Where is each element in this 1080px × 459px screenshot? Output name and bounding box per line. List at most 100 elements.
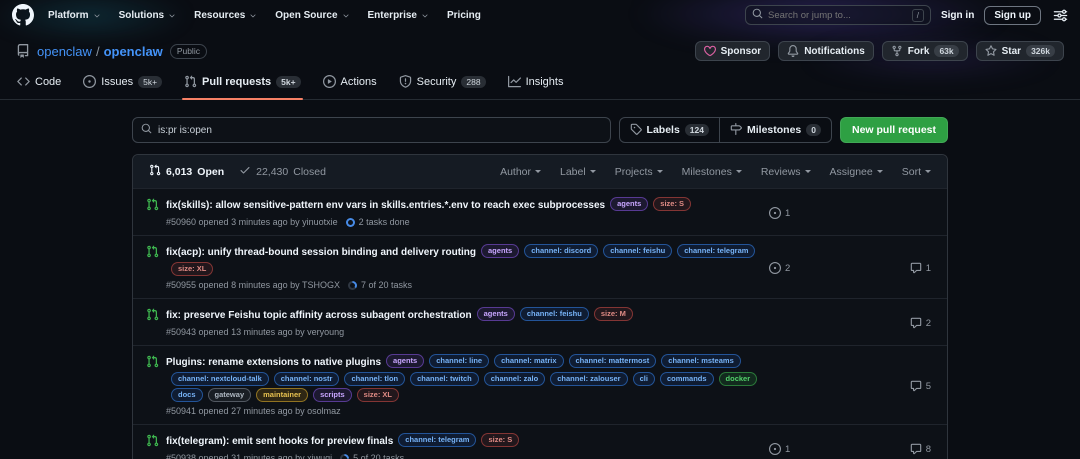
pr-label[interactable]: channel: nextcloud-talk [171, 372, 269, 386]
pr-filter-input[interactable] [158, 125, 602, 136]
nav-item-enterprise[interactable]: Enterprise [368, 10, 429, 21]
pr-reviews[interactable]: 1 [769, 199, 861, 227]
pr-label[interactable]: channel: discord [524, 244, 598, 258]
nav-item-solutions[interactable]: Solutions [119, 10, 177, 21]
nav-item-label: Platform [48, 10, 89, 21]
nav-item-pricing[interactable]: Pricing [447, 10, 481, 21]
pr-label[interactable]: scripts [313, 388, 352, 402]
pr-tasks-text: 2 tasks done [359, 217, 410, 227]
heart-icon [704, 45, 716, 57]
fork-count: 63k [934, 45, 958, 57]
pr-label[interactable]: channel: matrix [494, 354, 563, 368]
pr-label[interactable]: channel: tlon [344, 372, 405, 386]
pr-label[interactable]: channel: mattermost [569, 354, 657, 368]
pr-label[interactable]: size: M [594, 307, 633, 321]
comment-icon [910, 317, 922, 329]
milestones-button[interactable]: Milestones 0 [719, 118, 831, 142]
star-button[interactable]: Star326k [976, 41, 1064, 61]
global-search[interactable]: / [745, 5, 931, 25]
pr-label[interactable]: agents [610, 197, 648, 211]
sign-in-link[interactable]: Sign in [941, 10, 974, 21]
pr-label[interactable]: size: XL [357, 388, 399, 402]
pr-label[interactable]: agents [386, 354, 424, 368]
pr-label[interactable]: agents [477, 307, 515, 321]
pr-title-link[interactable]: Plugins: rename extensions to native plu… [166, 357, 381, 368]
repo-owner-link[interactable]: openclaw [37, 44, 92, 59]
pr-reviews[interactable]: 2 [769, 246, 861, 290]
open-prs-toggle[interactable]: 6,013 Open [149, 164, 224, 179]
pr-title-link[interactable]: fix(acp): unify thread-bound session bin… [166, 247, 476, 258]
slash-shortcut-key: / [912, 9, 924, 22]
pr-label[interactable]: channel: feishu [520, 307, 589, 321]
filter-dropdown-label[interactable]: Label [560, 166, 596, 178]
new-pull-request-button[interactable]: New pull request [840, 117, 948, 143]
pr-label[interactable]: channel: zalo [484, 372, 546, 386]
github-logo-icon[interactable] [12, 4, 34, 26]
filter-dropdown-assignee[interactable]: Assignee [830, 166, 883, 178]
search-icon [752, 8, 763, 19]
pr-label[interactable]: channel: zalouser [550, 372, 627, 386]
pr-tasks[interactable]: 7 of 20 tasks [348, 280, 412, 290]
pr-title-link[interactable]: fix(telegram): emit sent hooks for previ… [166, 436, 393, 447]
nav-item-platform[interactable]: Platform [48, 10, 101, 21]
sign-up-button[interactable]: Sign up [984, 6, 1041, 25]
pr-label[interactable]: size: XL [171, 262, 213, 276]
pr-comments[interactable]: 2 [861, 309, 931, 337]
pr-label[interactable]: channel: msteams [661, 354, 740, 368]
tab-security[interactable]: Security288 [390, 64, 495, 99]
repo-name-link[interactable]: openclaw [104, 44, 163, 59]
pr-label[interactable]: channel: twitch [410, 372, 479, 386]
pr-title-link[interactable]: fix(skills): allow sensitive-pattern env… [166, 200, 605, 211]
filter-dropdown-author[interactable]: Author [500, 166, 541, 178]
pr-label[interactable]: channel: line [429, 354, 489, 368]
pr-title-link[interactable]: fix: preserve Feishu topic affinity acro… [166, 310, 472, 321]
pr-comments [861, 199, 931, 227]
nav-item-open-source[interactable]: Open Source [275, 10, 349, 21]
review-icon [769, 207, 781, 219]
pr-review-count: 1 [785, 444, 790, 455]
labels-button[interactable]: Labels 124 [620, 118, 719, 142]
global-search-input[interactable] [768, 10, 907, 21]
pr-tasks[interactable]: 5 of 20 tasks [340, 453, 404, 459]
fork-button[interactable]: Fork63k [882, 41, 968, 61]
tab-actions[interactable]: Actions [314, 64, 386, 99]
pr-reviews[interactable]: 1 [769, 435, 861, 459]
nav-item-resources[interactable]: Resources [194, 10, 257, 21]
repo-title: openclaw / openclaw [37, 44, 163, 59]
sponsor-button[interactable]: Sponsor [695, 41, 771, 61]
pr-label[interactable]: cli [633, 372, 655, 386]
repo-title-separator: / [96, 44, 100, 59]
pr-label[interactable]: docs [171, 388, 203, 402]
pr-comments[interactable]: 5 [861, 356, 931, 416]
tab-pull-requests[interactable]: Pull requests5k+ [175, 64, 310, 99]
tab-issues[interactable]: Issues5k+ [74, 64, 171, 99]
tab-label: Code [35, 76, 61, 88]
pr-label[interactable]: gateway [208, 388, 252, 402]
pr-label[interactable]: channel: feishu [603, 244, 672, 258]
pr-label[interactable]: channel: nostr [274, 372, 340, 386]
pr-label[interactable]: channel: telegram [398, 433, 476, 447]
pr-label[interactable]: size: S [653, 197, 691, 211]
filter-dropdown-projects[interactable]: Projects [615, 166, 663, 178]
pr-filter-search[interactable] [132, 117, 611, 143]
pr-label[interactable]: docker [719, 372, 758, 386]
closed-prs-toggle[interactable]: 22,430 Closed [239, 164, 326, 179]
filter-dropdown-reviews[interactable]: Reviews [761, 166, 811, 178]
filter-dropdown-sort[interactable]: Sort [902, 166, 931, 178]
pr-label[interactable]: agents [481, 244, 519, 258]
notifications-button[interactable]: Notifications [778, 41, 874, 61]
filter-dropdown-milestones[interactable]: Milestones [682, 166, 742, 178]
tag-icon [630, 123, 642, 138]
pr-comments[interactable]: 1 [861, 246, 931, 290]
pr-label[interactable]: commands [660, 372, 714, 386]
pr-comment-count: 2 [926, 318, 931, 329]
tab-code[interactable]: Code [8, 64, 70, 99]
pr-comments[interactable]: 8 [861, 435, 931, 459]
pr-label[interactable]: size: S [481, 433, 519, 447]
open-count: 6,013 [166, 166, 192, 178]
pr-label[interactable]: channel: telegram [677, 244, 755, 258]
pr-tasks[interactable]: 2 tasks done [346, 217, 410, 227]
appearance-settings-icon[interactable] [1053, 8, 1068, 23]
tab-insights[interactable]: Insights [499, 64, 573, 99]
pr-label[interactable]: maintainer [256, 388, 308, 402]
